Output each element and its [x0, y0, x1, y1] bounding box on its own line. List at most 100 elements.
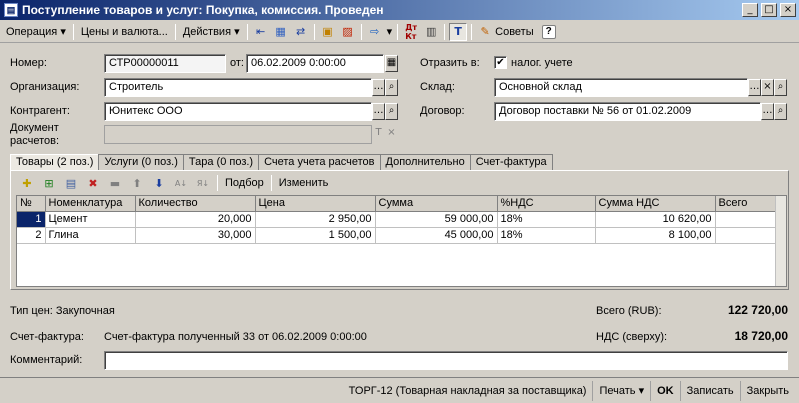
clear-settlement-icon[interactable]: ×: [385, 126, 398, 143]
number-field[interactable]: СТР00000011: [104, 54, 226, 73]
vat-value: 18 720,00: [734, 329, 788, 343]
text-type-icon[interactable]: T: [372, 126, 385, 143]
advice-button[interactable]: Советы: [495, 23, 537, 41]
comment-label: Комментарий:: [10, 354, 83, 366]
delete-row-icon[interactable]: ✖: [83, 174, 103, 192]
column-header-vat-rate[interactable]: %НДС: [497, 196, 596, 212]
help-button[interactable]: ?: [541, 24, 556, 39]
column-header-sum[interactable]: Сумма: [375, 196, 498, 212]
organization-label: Организация:: [10, 81, 80, 93]
column-header-nomenclature[interactable]: Номенклатура: [45, 196, 136, 212]
document-icon: ▤: [4, 3, 18, 17]
close-button[interactable]: Закрыть: [739, 380, 795, 401]
cell-total[interactable]: [715, 211, 778, 228]
tab-settlement-accounts[interactable]: Счета учета расчетов: [258, 154, 381, 170]
column-header-vat-sum[interactable]: Сумма НДС: [595, 196, 716, 212]
cell-total[interactable]: [715, 227, 778, 244]
sort-asc-icon[interactable]: A↓: [171, 174, 191, 192]
table-row[interactable]: 2 Глина 30,000 1 500,00 45 000,00 18% 8 …: [17, 227, 778, 244]
cell-sum[interactable]: 59 000,00: [375, 211, 498, 228]
cell-quantity[interactable]: 30,000: [135, 227, 256, 244]
sort-desc-icon[interactable]: Я↓: [193, 174, 213, 192]
cell-price[interactable]: 1 500,00: [255, 227, 376, 244]
maximize-button[interactable]: □: [761, 3, 777, 17]
tab-invoice[interactable]: Счет-фактура: [469, 154, 553, 170]
warehouse-field[interactable]: Основной склад: [494, 78, 748, 97]
price-type-label[interactable]: Тип цен: Закупочная: [10, 305, 115, 317]
cell-vat-sum[interactable]: 8 100,00: [595, 227, 716, 244]
total-label: Всего (RUB):: [596, 305, 662, 317]
cell-price[interactable]: 2 950,00: [255, 211, 376, 228]
table-row[interactable]: 1 Цемент 20,000 2 950,00 59 000,00 18% 1…: [17, 211, 778, 228]
date-field[interactable]: 06.02.2009 0:00:00: [246, 54, 384, 73]
cell-number[interactable]: 1: [17, 211, 46, 228]
cell-number[interactable]: 2: [17, 227, 46, 244]
move-down-icon[interactable]: ⬇: [149, 174, 169, 192]
back-arrow-icon[interactable]: ⇤: [252, 23, 270, 41]
move-up-icon[interactable]: ⬆: [127, 174, 147, 192]
prices-button[interactable]: Цены и валюта...: [77, 23, 172, 41]
tab-services[interactable]: Услуги (0 поз.): [98, 154, 184, 170]
open-contract-icon[interactable]: ⌕: [774, 103, 787, 120]
column-header-total[interactable]: Всего: [715, 196, 778, 212]
table-header-row: № Номенклатура Количество Цена Сумма %НД…: [17, 196, 778, 212]
print-menu-button[interactable]: Печать ▾: [592, 380, 650, 401]
tax-accounting-checkbox[interactable]: ✔: [494, 56, 507, 69]
refresh-icon[interactable]: ⇄: [292, 23, 310, 41]
cell-vat-rate[interactable]: 18%: [497, 211, 596, 228]
cell-quantity[interactable]: 20,000: [135, 211, 256, 228]
settlement-doc-label-line1: Документ: [10, 122, 59, 134]
post-document-icon[interactable]: ▣: [319, 23, 337, 41]
minimize-button[interactable]: _: [742, 3, 758, 17]
copy-row-icon[interactable]: ⊞: [39, 174, 59, 192]
save-button[interactable]: Записать: [679, 380, 740, 401]
open-warehouse-icon[interactable]: ⌕: [774, 79, 787, 96]
pick-button[interactable]: Подбор: [221, 177, 268, 189]
cell-vat-sum[interactable]: 10 620,00: [595, 211, 716, 228]
open-counterparty-icon[interactable]: ⌕: [385, 103, 398, 120]
column-header-price[interactable]: Цена: [255, 196, 376, 212]
select-warehouse-button[interactable]: …: [748, 79, 761, 96]
torg12-print-button[interactable]: ТОРГ-12 (Товарная накладная за поставщик…: [343, 381, 593, 401]
clear-warehouse-icon[interactable]: ×: [761, 79, 774, 96]
contract-field[interactable]: Договор поставки № 56 от 01.02.2009: [494, 102, 761, 121]
ok-button[interactable]: OK: [650, 380, 680, 401]
tab-packaging[interactable]: Тара (0 поз.): [182, 154, 260, 170]
column-header-number[interactable]: №: [17, 196, 46, 212]
invoice-link[interactable]: Счет-фактура полученный 33 от 06.02.2009…: [104, 331, 367, 343]
end-edit-icon[interactable]: ▬: [105, 174, 125, 192]
select-counterparty-button[interactable]: …: [372, 103, 385, 120]
actions-menu[interactable]: Действия ▾: [179, 23, 244, 41]
settlement-doc-field[interactable]: [104, 125, 372, 144]
main-toolbar: Операция ▾ Цены и валюта... Действия ▾ ⇤…: [0, 21, 799, 43]
comment-field[interactable]: [104, 351, 788, 370]
close-window-button[interactable]: ×: [780, 3, 796, 17]
calendar-icon[interactable]: ▦: [385, 55, 398, 72]
column-header-quantity[interactable]: Количество: [135, 196, 256, 212]
tab-goods[interactable]: Товары (2 поз.): [10, 154, 100, 171]
report-icon[interactable]: ▥: [422, 23, 440, 41]
operation-menu[interactable]: Операция ▾: [2, 23, 70, 41]
counterparty-field[interactable]: Юнитекс ООО: [104, 102, 372, 121]
cell-sum[interactable]: 45 000,00: [375, 227, 498, 244]
create-based-on-icon[interactable]: ⇨: [366, 23, 384, 41]
create-based-dropdown[interactable]: ▾: [385, 23, 395, 41]
select-organization-button[interactable]: …: [372, 79, 385, 96]
tab-additional[interactable]: Дополнительно: [379, 154, 471, 170]
unpost-document-icon[interactable]: ▨: [339, 23, 357, 41]
change-button[interactable]: Изменить: [275, 177, 333, 189]
organization-field[interactable]: Строитель: [104, 78, 372, 97]
cell-vat-rate[interactable]: 18%: [497, 227, 596, 244]
open-organization-icon[interactable]: ⌕: [385, 79, 398, 96]
edit-row-icon[interactable]: ▤: [61, 174, 81, 192]
text-format-icon[interactable]: T: [449, 22, 468, 41]
add-row-icon[interactable]: ✚: [17, 174, 37, 192]
cell-nomenclature[interactable]: Цемент: [45, 211, 136, 228]
select-contract-button[interactable]: …: [761, 103, 774, 120]
dt-kt-icon[interactable]: Дт Кт: [402, 23, 420, 41]
cell-nomenclature[interactable]: Глина: [45, 227, 136, 244]
advice-icon[interactable]: ✎: [476, 23, 494, 41]
table-scrollbar[interactable]: [775, 196, 786, 286]
goods-table[interactable]: № Номенклатура Количество Цена Сумма %НД…: [16, 195, 787, 287]
structure-icon[interactable]: ▦: [272, 23, 290, 41]
